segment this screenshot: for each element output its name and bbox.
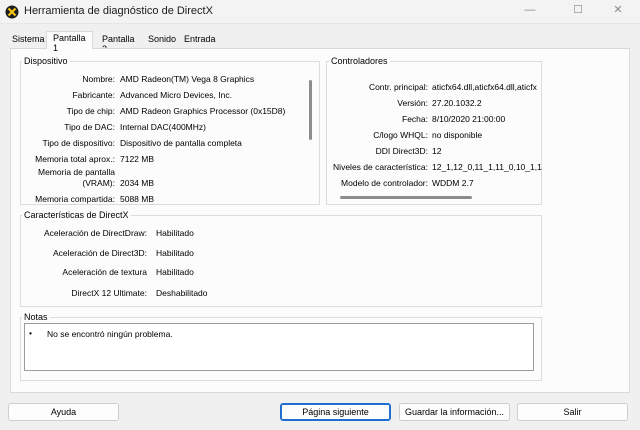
tab-entrada[interactable]: Entrada (178, 33, 222, 48)
notes-item: No se encontró ningún problema. (47, 329, 173, 339)
row-value: no disponible (432, 130, 483, 140)
row-value: Advanced Micro Devices, Inc. (120, 90, 232, 100)
row-label: Fabricante: (72, 90, 115, 100)
row-label-2: (VRAM): (82, 178, 115, 188)
row-value: Habilitado (156, 248, 194, 258)
row-label: Versión: (397, 98, 428, 108)
save-info-button[interactable]: Guardar la información... (399, 403, 510, 421)
main-driver-row: Contr. principal: aticfx64.dll,aticfx64.… (326, 82, 542, 94)
maximize-button[interactable]: ☐ (556, 0, 600, 22)
feature-levels-row: Niveles de característica: 12_1,12_0,11_… (326, 162, 542, 174)
notes-textbox[interactable]: • No se encontró ningún problema. (24, 323, 534, 371)
driver-model-row: Modelo de controlador: WDDM 2.7 (326, 178, 542, 190)
row-label: DirectX 12 Ultimate: (71, 288, 147, 298)
date-row: Fecha: 8/10/2020 21:00:00 (326, 114, 542, 126)
device-type-row: Tipo de dispositivo: Dispositivo de pant… (0, 138, 320, 150)
row-label: Memoria total aprox.: (35, 154, 115, 164)
bullet-icon: • (29, 328, 32, 338)
row-label: Memoria compartida: (35, 194, 115, 204)
row-value: AMD Radeon Graphics Processor (0x15D8) (120, 106, 286, 116)
directdraw-row: Aceleración de DirectDraw: Habilitado (0, 228, 320, 240)
row-value: 12 (432, 146, 442, 156)
dx12-ultimate-row: DirectX 12 Ultimate: Deshabilitado (0, 288, 320, 300)
tab-sistema[interactable]: Sistema (6, 33, 51, 48)
row-value: Deshabilitado (156, 288, 208, 298)
row-label: Memoria de pantalla (37, 167, 115, 177)
row-value: 2034 MB (120, 178, 155, 188)
device-name-row: Nombre: AMD Radeon(TM) Vega 8 Graphics (0, 74, 320, 86)
minimize-button[interactable]: — (508, 0, 552, 22)
caracteristicas-title: Características de DirectX (22, 210, 131, 220)
texture-row: Aceleración de textura Habilitado (0, 267, 320, 279)
row-value: Dispositivo de pantalla completa (120, 138, 242, 148)
direct3d-row: Aceleración de Direct3D: Habilitado (0, 248, 320, 260)
directx-icon (5, 5, 19, 19)
row-value: Internal DAC(400MHz) (120, 122, 206, 132)
help-button[interactable]: Ayuda (8, 403, 119, 421)
row-label: Aceleración de DirectDraw: (44, 228, 147, 238)
controladores-title: Controladores (329, 56, 390, 66)
tab-sonido[interactable]: Sonido (142, 33, 182, 48)
row-label: Tipo de DAC: (64, 122, 115, 132)
tab-pantalla-1[interactable]: Pantalla 1 (46, 31, 93, 53)
row-value: aticfx64.dll,aticfx64.dll,aticfx (432, 82, 537, 92)
controladores-scrollbar[interactable] (340, 196, 472, 199)
row-value: 12_1,12_0,11_1,11_0,10_1,1 (432, 162, 542, 172)
row-value: 7122 MB (120, 154, 155, 164)
notas-title: Notas (22, 312, 50, 322)
dispositivo-scrollbar[interactable] (309, 80, 312, 140)
close-button[interactable]: ✕ (596, 0, 640, 22)
row-label: Contr. principal: (368, 82, 428, 92)
row-value: 5088 MB (120, 194, 155, 204)
row-value: Habilitado (156, 267, 194, 277)
shared-memory-row: Memoria compartida: 5088 MB (0, 194, 320, 206)
tab-pantalla-2[interactable]: Pantalla 2 (96, 33, 141, 54)
row-label: Niveles de característica: (333, 162, 428, 172)
next-page-button[interactable]: Página siguiente (280, 403, 391, 421)
version-row: Versión: 27.20.1032.2 (326, 98, 542, 110)
manufacturer-row: Fabricante: Advanced Micro Devices, Inc. (0, 90, 320, 102)
window-title: Herramienta de diagnóstico de DirectX (24, 5, 213, 17)
row-value: Habilitado (156, 228, 194, 238)
row-label: Aceleración de Direct3D: (52, 248, 147, 258)
total-memory-row: Memoria total aprox.: 7122 MB (0, 154, 320, 166)
chip-type-row: Tipo de chip: AMD Radeon Graphics Proces… (0, 106, 320, 118)
row-label: Aceleración de textura (62, 267, 147, 277)
row-value: 27.20.1032.2 (432, 98, 482, 108)
row-label: DDI Direct3D: (375, 146, 428, 156)
row-value: AMD Radeon(TM) Vega 8 Graphics (120, 74, 255, 84)
row-label: Nombre: (82, 74, 115, 84)
whql-row: C/logo WHQL: no disponible (326, 130, 542, 142)
row-value: WDDM 2.7 (432, 178, 474, 188)
dac-type-row: Tipo de DAC: Internal DAC(400MHz) (0, 122, 320, 134)
row-label: C/logo WHQL: (373, 130, 428, 140)
dispositivo-title: Dispositivo (22, 56, 70, 66)
row-label: Modelo de controlador: (341, 178, 428, 188)
row-value: 8/10/2020 21:00:00 (432, 114, 506, 124)
vram-row: Memoria de pantalla (VRAM): 2034 MB (0, 167, 320, 191)
ddi-row: DDI Direct3D: 12 (326, 146, 542, 158)
exit-button[interactable]: Salir (517, 403, 628, 421)
row-label: Fecha: (402, 114, 428, 124)
title-bar: Herramienta de diagnóstico de DirectX — … (0, 0, 640, 24)
row-label: Tipo de dispositivo: (42, 138, 115, 148)
row-label: Tipo de chip: (66, 106, 115, 116)
